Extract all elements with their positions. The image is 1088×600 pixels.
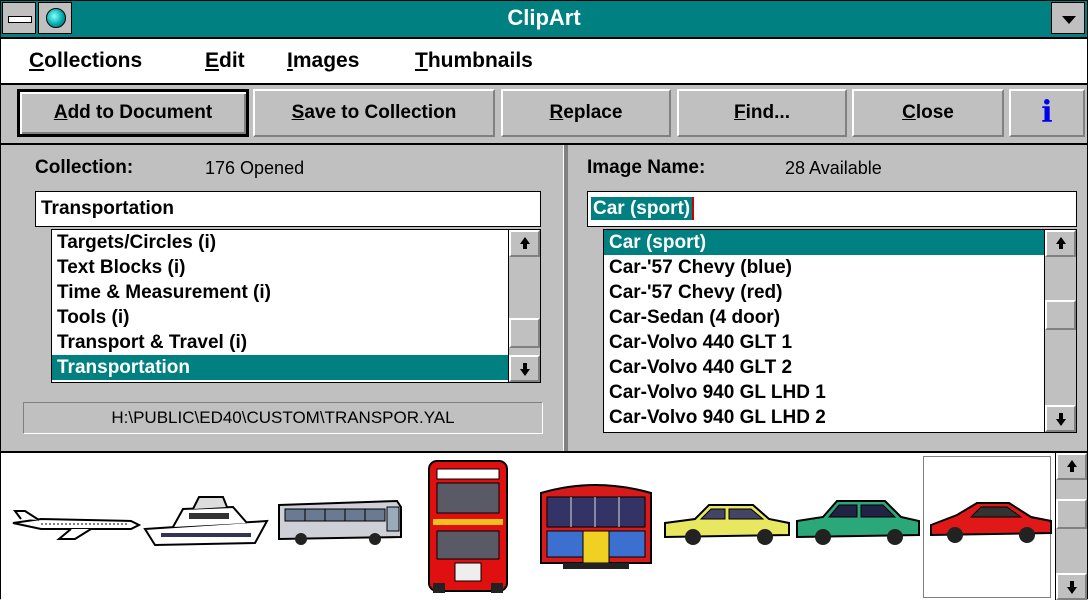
image-list-item[interactable]: Car-'57 Chevy (blue) <box>604 255 1076 280</box>
scroll-down-button[interactable] <box>1045 405 1076 432</box>
scroll-up-button[interactable] <box>509 230 540 257</box>
collection-label: Collection: <box>35 157 134 178</box>
jet-thumbnail[interactable] <box>11 503 142 543</box>
collection-list-item[interactable]: Time & Measurement (i) <box>52 280 540 305</box>
window-title: ClipArt <box>507 5 581 30</box>
down-arrow-icon <box>1056 419 1066 426</box>
image-name-list[interactable]: Car (sport) Car-'57 Chevy (blue) Car-'57 C… <box>603 229 1077 433</box>
info-icon: i <box>1041 95 1053 130</box>
yacht-thumbnail[interactable] <box>143 491 271 549</box>
scroll-up-button[interactable] <box>1056 453 1087 480</box>
image-name-label: Image Name: <box>587 157 706 178</box>
collection-field[interactable]: Transportation <box>35 191 541 227</box>
clipart-window: ClipArt Collections Edit Images Thumbnai… <box>0 0 1088 600</box>
save-to-collection-button[interactable]: Save to Collection <box>253 89 495 137</box>
image-list-item[interactable]: Car-'57 Chevy (red) <box>604 280 1076 305</box>
thumbnail-scrollbar[interactable] <box>1055 453 1087 600</box>
image-list-item[interactable]: Car (sport) <box>604 230 1076 255</box>
replace-button[interactable]: Replace <box>501 89 671 137</box>
collection-list[interactable]: Targets/Circles (i) Text Blocks (i) Time &… <box>51 229 541 383</box>
find-button[interactable]: Find... <box>677 89 847 137</box>
scroll-thumb[interactable] <box>509 318 540 348</box>
green-sedan-thumbnail[interactable] <box>793 491 923 547</box>
title-bar: ClipArt <box>1 1 1087 39</box>
collection-list-item[interactable]: Text Blocks (i) <box>52 255 540 280</box>
collection-count: 176 Opened <box>205 158 305 178</box>
menu-thumbnails[interactable]: Thumbnails <box>415 49 533 73</box>
add-to-document-button[interactable]: Add to Document <box>17 89 249 137</box>
image-list-item[interactable]: Car-Volvo 940 GL LHD 1 <box>604 380 1076 405</box>
down-arrow-icon <box>1062 16 1076 24</box>
image-name-count: 28 Available <box>785 158 882 178</box>
minimize-button[interactable] <box>1051 2 1085 34</box>
info-button[interactable]: i <box>1009 89 1085 137</box>
down-arrow-icon <box>1067 587 1077 594</box>
scroll-down-button[interactable] <box>1056 573 1087 600</box>
red-sport-car-thumbnail[interactable] <box>927 495 1053 543</box>
menu-images[interactable]: Images <box>287 49 359 73</box>
scroll-down-button[interactable] <box>509 355 540 382</box>
up-arrow-icon <box>1056 237 1066 244</box>
scroll-thumb[interactable] <box>1056 499 1087 529</box>
image-name-panel: Image Name: 28 Available Car (sport) Car… <box>567 145 1087 451</box>
scroll-up-button[interactable] <box>1045 230 1076 257</box>
up-arrow-icon <box>1067 460 1077 467</box>
toolbar: Add to Document Save to Collection Repla… <box>1 85 1087 145</box>
image-name-field[interactable]: Car (sport) <box>587 191 1077 227</box>
image-list-item[interactable]: Car-Volvo 940 GL LHD 2 <box>604 405 1076 430</box>
collection-list-item[interactable]: Transportation <box>52 355 540 380</box>
collection-list-item[interactable]: Targets/Circles (i) <box>52 230 540 255</box>
menu-edit[interactable]: Edit <box>205 49 245 73</box>
menu-collections[interactable]: Collections <box>29 49 142 73</box>
scroll-thumb[interactable] <box>1045 300 1076 330</box>
menu-bar: Collections Edit Images Thumbnails <box>1 39 1087 85</box>
coach-bus-thumbnail[interactable] <box>275 497 405 547</box>
trolley-thumbnail[interactable] <box>533 475 659 573</box>
image-list-item[interactable]: Car-Sedan (4 door) <box>604 305 1076 330</box>
close-button[interactable]: Close <box>852 89 1004 137</box>
up-arrow-icon <box>520 237 530 244</box>
collection-list-item[interactable]: Tools (i) <box>52 305 540 330</box>
image-scrollbar[interactable] <box>1044 230 1076 432</box>
double-decker-bus-thumbnail[interactable] <box>425 457 511 597</box>
yellow-sedan-thumbnail[interactable] <box>661 493 793 547</box>
collection-scrollbar[interactable] <box>508 230 540 382</box>
image-list-item[interactable]: Car-Volvo 440 GLT 1 <box>604 330 1076 355</box>
collection-path: H:\PUBLIC\ED40\CUSTOM\TRANSPOR.YAL <box>23 402 543 434</box>
image-list-item[interactable]: Car-Volvo 440 GLT 2 <box>604 355 1076 380</box>
thumbnail-strip[interactable] <box>1 451 1087 600</box>
down-arrow-icon <box>520 369 530 376</box>
collection-list-item[interactable]: Transport & Travel (i) <box>52 330 540 355</box>
collection-panel: Collection: 176 Opened Transportation Ta… <box>1 145 563 451</box>
